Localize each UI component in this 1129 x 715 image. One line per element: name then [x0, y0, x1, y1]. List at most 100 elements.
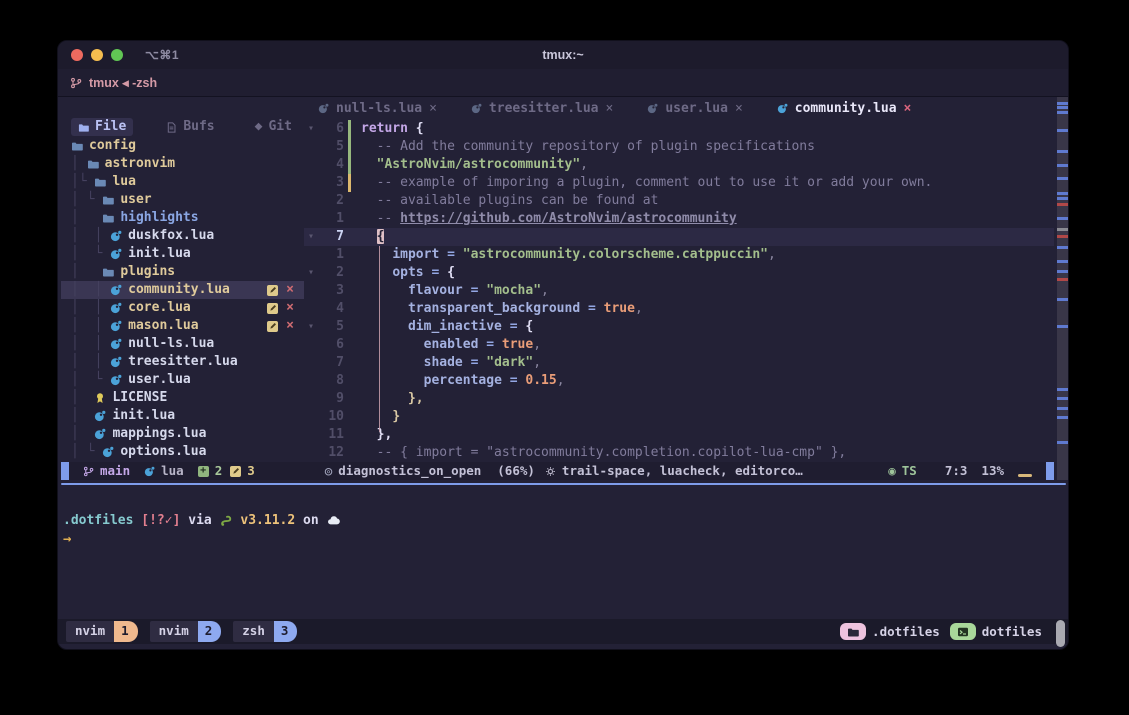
git-modified-icon [267, 285, 278, 296]
code-line[interactable]: 2 -- available plugins can be found at [304, 192, 1054, 210]
tree-item-highlights[interactable]: │ highlights [61, 209, 304, 227]
fold-marker [304, 372, 318, 390]
minimap-change-mark [1057, 164, 1069, 167]
git-changed-segment: 3 [230, 462, 255, 480]
minimap-view-mark [1057, 228, 1069, 231]
neotree-tab-file[interactable]: File [71, 118, 133, 136]
code-line[interactable]: 4 "AstroNvim/astrocommunity", [304, 156, 1054, 174]
tmux-window-2[interactable]: nvim2 [150, 621, 222, 642]
tmux-right-label: dotfiles [982, 623, 1042, 641]
code-line[interactable]: 1 import = "astrocommunity.colorscheme.c… [304, 246, 1054, 264]
code-line[interactable]: 12 -- { import = "astrocommunity.complet… [304, 444, 1054, 462]
code-line[interactable]: 6 enabled = true, [304, 336, 1054, 354]
code-line-current[interactable]: ▾7 { [304, 228, 1054, 246]
git-changed-icon [230, 466, 241, 477]
code-line[interactable]: ▾6return { [304, 120, 1054, 138]
fold-marker[interactable]: ▾ [304, 228, 318, 246]
buffer-close-icon[interactable]: × [904, 100, 912, 118]
terminal-tab-bar[interactable]: tmux ◂ -zsh [58, 69, 1068, 97]
tree-item-core-lua[interactable]: │ │ core.lua× [61, 299, 304, 317]
tmux-window-1[interactable]: nvim1 [66, 621, 138, 642]
buffer-close-icon[interactable]: × [606, 100, 614, 118]
tmux-window-3[interactable]: zsh3 [233, 621, 297, 642]
code-line[interactable]: 9 }, [304, 390, 1054, 408]
code-line[interactable]: 3 -- example of imporing a plugin, comme… [304, 174, 1054, 192]
tree-item-plugins[interactable]: │ plugins [61, 263, 304, 281]
tree-indent-guide: │ │ [71, 281, 110, 299]
code-line[interactable]: 11 }, [304, 426, 1054, 444]
tree-item-label: lua [112, 173, 135, 191]
shell-pane[interactable]: .dotfiles [!?✓] via v3.11.2 on → [63, 512, 1058, 549]
code-line[interactable]: 7 shade = "dark", [304, 354, 1054, 372]
tree-item-duskfox-lua[interactable]: │ │ duskfox.lua [61, 227, 304, 245]
code-line[interactable]: 10 } [304, 408, 1054, 426]
neotree-tab-git[interactable]: ◆Git [248, 118, 299, 136]
tree-item-label: LICENSE [112, 389, 167, 407]
line-number: 8 [318, 372, 344, 390]
code-line[interactable]: ▾2 opts = { [304, 264, 1054, 282]
maximize-window-button[interactable] [111, 49, 123, 61]
tree-item-mason-lua[interactable]: │ │ mason.lua× [61, 317, 304, 335]
minimap-error-mark [1057, 278, 1069, 281]
tmux-window-name: nvim [150, 621, 198, 642]
tree-item-lua[interactable]: │└ lua [61, 173, 304, 191]
buffer-close-icon[interactable]: × [735, 100, 743, 118]
branch-icon [70, 77, 82, 89]
code-text: dim_inactive = { [361, 318, 533, 336]
tree-item-mappings-lua[interactable]: │ mappings.lua [61, 425, 304, 443]
fold-marker[interactable]: ▾ [304, 318, 318, 336]
code-line[interactable]: 8 percentage = 0.15, [304, 372, 1054, 390]
window-controls[interactable] [58, 49, 123, 61]
buffer-tab-user-lua[interactable]: user.lua× [647, 100, 742, 118]
minimap-change-mark [1057, 197, 1069, 200]
folder-icon [87, 158, 99, 170]
tree-item-options-lua[interactable]: │ └ options.lua [61, 443, 304, 461]
macos-scrollbar-thumb[interactable] [1056, 620, 1065, 647]
buffer-tab-treesitter-lua[interactable]: treesitter.lua× [471, 100, 613, 118]
tree-indent-guide: │ [71, 425, 94, 443]
fold-marker[interactable]: ▾ [304, 120, 318, 138]
minimap-change-mark [1057, 388, 1069, 391]
git-branch-segment[interactable]: main [83, 462, 130, 480]
code-line[interactable]: 1 -- https://github.com/AstroNvim/astroc… [304, 210, 1054, 228]
line-number: 4 [318, 156, 344, 174]
minimap-change-mark [1057, 106, 1069, 109]
tree-item-LICENSE[interactable]: │ LICENSE [61, 389, 304, 407]
buffer-tab-community-lua[interactable]: community.lua × [777, 100, 912, 118]
code-line[interactable]: 3 flavour = "mocha", [304, 282, 1054, 300]
minimap-change-mark [1057, 129, 1069, 132]
tree-indent-guide: │ └ [71, 245, 110, 263]
minimap-change-mark [1057, 177, 1069, 180]
prompt-segment: via [180, 513, 219, 528]
scrollbar-minimap[interactable] [1057, 97, 1069, 480]
code-line[interactable]: 5 -- Add the community repository of plu… [304, 138, 1054, 156]
code-line[interactable]: 4 transparent_background = true, [304, 300, 1054, 318]
tree-item-init-lua[interactable]: │ └ init.lua [61, 245, 304, 263]
minimap-change-mark [1057, 441, 1069, 444]
tmux-window-index: 2 [198, 621, 222, 642]
snake-icon [220, 514, 233, 527]
minimize-window-button[interactable] [91, 49, 103, 61]
fold-marker[interactable]: ▾ [304, 264, 318, 282]
tree-item-config[interactable]: config [61, 137, 304, 155]
tree-item-user[interactable]: │ └ user [61, 191, 304, 209]
git-modified-icon [267, 303, 278, 314]
tree-item-treesitter-lua[interactable]: │ │ treesitter.lua [61, 353, 304, 371]
buffer-tab-label: community.lua [795, 100, 897, 118]
tree-indent-guide: │ └ [71, 371, 110, 389]
tree-item-astronvim[interactable]: │ astronvim [61, 155, 304, 173]
editor-main: null-ls.lua× treesitter.lua× user.lua× comm… [304, 97, 1054, 480]
code-text: -- Add the community repository of plugi… [361, 138, 815, 156]
git-added-count: 2 [215, 462, 223, 480]
code-line[interactable]: ▾5 dim_inactive = { [304, 318, 1054, 336]
neotree-tab-bufs[interactable]: Bufs [159, 118, 221, 136]
tree-item-user-lua[interactable]: │ └ user.lua [61, 371, 304, 389]
tmux-pane-divider[interactable] [61, 483, 1066, 485]
code-area[interactable]: ▾6return {5 -- Add the community reposit… [304, 120, 1054, 462]
tree-item-init-lua[interactable]: │ init.lua [61, 407, 304, 425]
buffer-tab-null-ls-lua[interactable]: null-ls.lua× [318, 100, 437, 118]
tree-item-community-lua[interactable]: │ │ community.lua× [61, 281, 304, 299]
buffer-close-icon[interactable]: × [429, 100, 437, 118]
close-window-button[interactable] [71, 49, 83, 61]
tree-item-null-ls-lua[interactable]: │ │ null-ls.lua [61, 335, 304, 353]
